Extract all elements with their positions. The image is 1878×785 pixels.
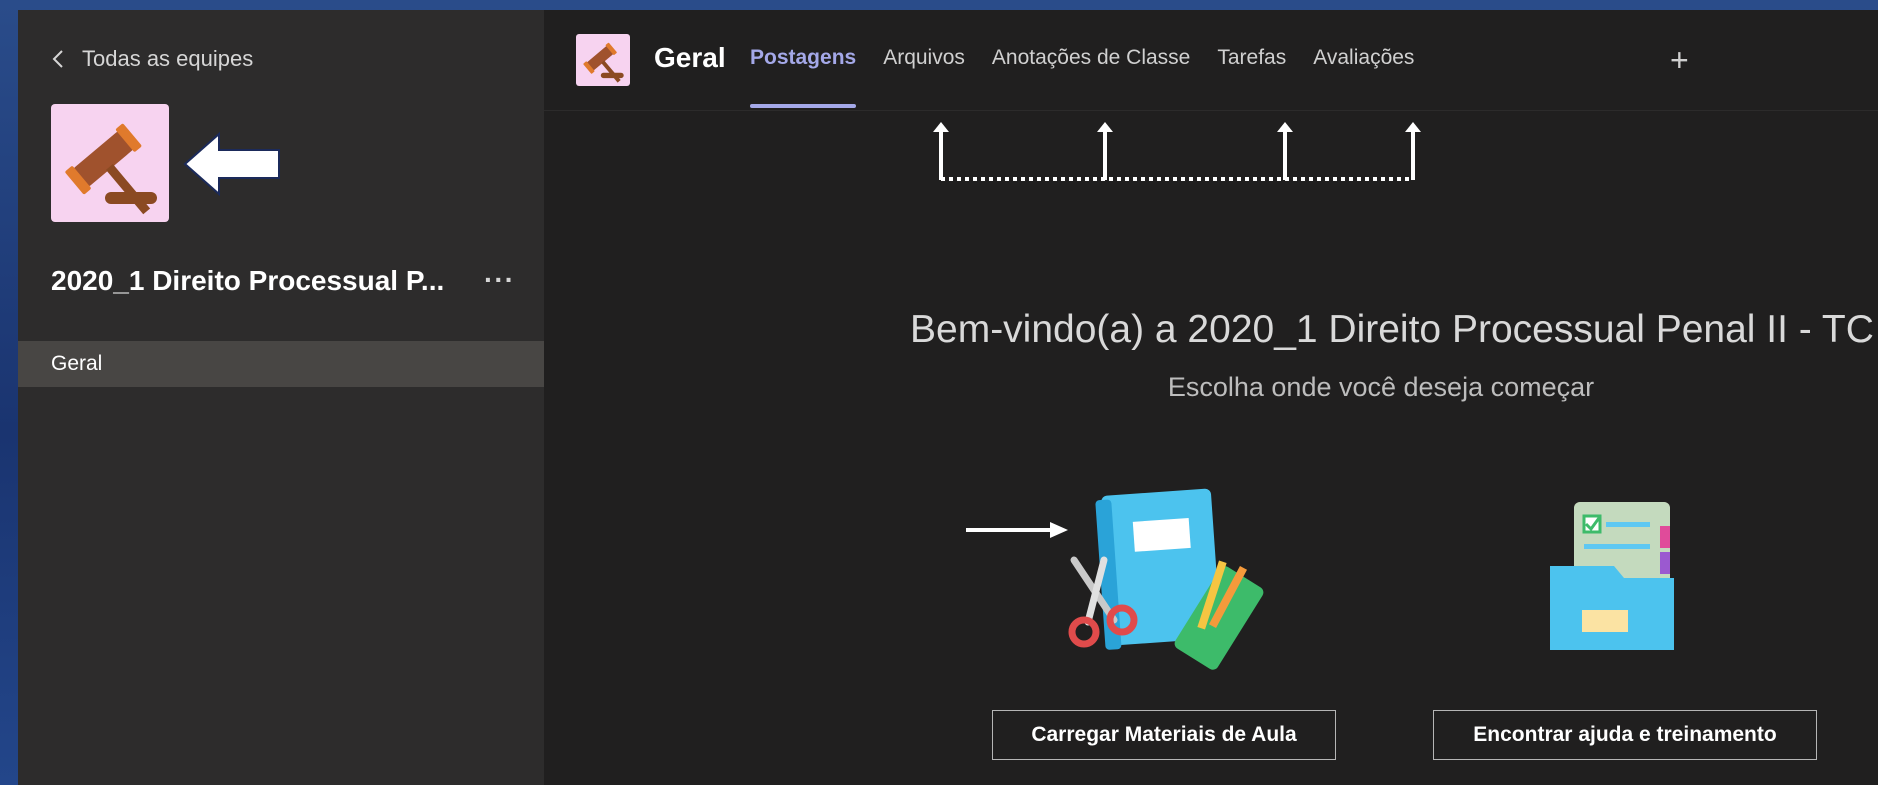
upload-class-materials-button[interactable]: Carregar Materiais de Aula bbox=[992, 710, 1336, 760]
gavel-icon bbox=[583, 42, 624, 83]
annotation-left-arrow bbox=[183, 132, 280, 196]
channel-title: Geral bbox=[654, 42, 726, 73]
help-folder-illustration bbox=[1550, 502, 1674, 650]
team-logo[interactable] bbox=[51, 104, 169, 222]
channel-label: Geral bbox=[51, 352, 103, 375]
channel-tabs: Postagens Arquivos Anotações de Classe T… bbox=[750, 46, 1441, 108]
tab-postagens[interactable]: Postagens bbox=[750, 46, 857, 108]
all-teams-label: Todas as equipes bbox=[82, 46, 254, 71]
class-materials-illustration bbox=[1068, 488, 1264, 670]
channel-main: Geral Postagens Arquivos Anotações de Cl… bbox=[544, 10, 1878, 785]
tab-arquivos[interactable]: Arquivos bbox=[883, 46, 965, 108]
tab-anotacoes-de-classe[interactable]: Anotações de Classe bbox=[992, 46, 1190, 108]
tab-tarefas[interactable]: Tarefas bbox=[1217, 46, 1286, 108]
team-name[interactable]: 2020_1 Direito Processual P... bbox=[51, 265, 471, 297]
tab-avaliacoes[interactable]: Avaliações bbox=[1313, 46, 1414, 108]
team-sidebar: Todas as equipes 2020_1 Direito Processu… bbox=[18, 10, 544, 785]
find-help-training-button[interactable]: Encontrar ajuda e treinamento bbox=[1433, 710, 1817, 760]
annotation-tab-arrows bbox=[933, 122, 1421, 181]
gavel-icon bbox=[65, 123, 157, 215]
channel-item-geral[interactable]: Geral bbox=[18, 341, 544, 387]
more-options-icon[interactable]: ··· bbox=[484, 264, 515, 296]
all-teams-link[interactable]: Todas as equipes bbox=[52, 44, 253, 74]
welcome-title: Bem-vindo(a) a 2020_1 Direito Processual… bbox=[910, 308, 1874, 351]
welcome-subtitle: Escolha onde você deseja começar bbox=[1167, 372, 1595, 402]
add-tab-plus-icon[interactable]: + bbox=[1670, 44, 1689, 76]
channel-header: Geral Postagens Arquivos Anotações de Cl… bbox=[544, 10, 1878, 111]
chevron-left-icon bbox=[52, 50, 63, 68]
channel-logo bbox=[576, 34, 630, 86]
teams-window: Todas as equipes 2020_1 Direito Processu… bbox=[18, 10, 1878, 785]
